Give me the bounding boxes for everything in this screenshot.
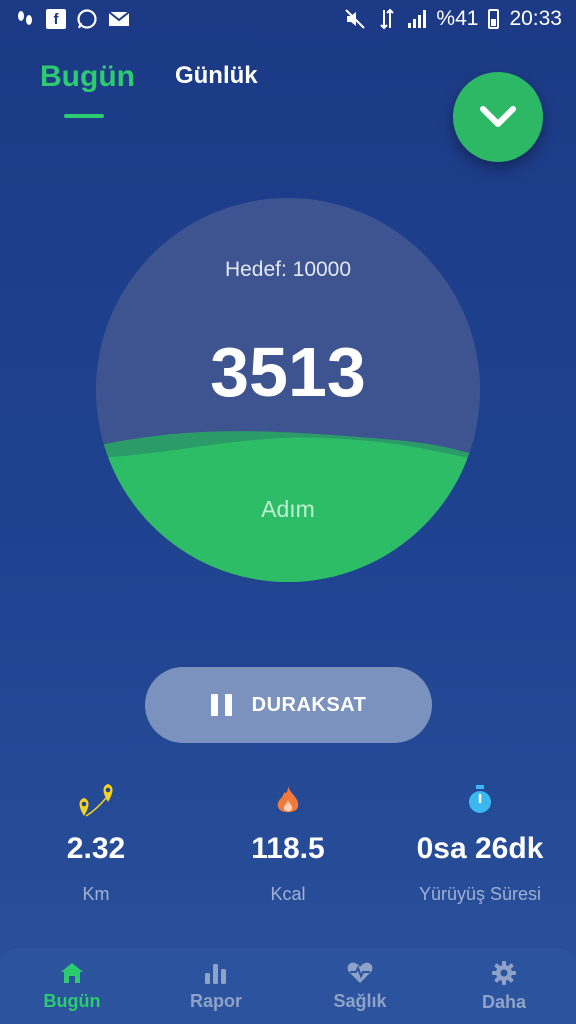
stat-calories: 118.5 Kcal (192, 780, 384, 905)
bar-chart-icon (205, 963, 226, 984)
distance-value: 2.32 (66, 832, 126, 865)
mail-icon (108, 8, 130, 30)
calories-label: Kcal (270, 884, 306, 904)
flame-icon (192, 780, 384, 820)
step-count: 3513 (210, 333, 366, 411)
stat-distance: 2.32 Km (0, 780, 192, 905)
goal-text: Hedef: 10000 (224, 258, 352, 281)
data-icon (376, 8, 398, 30)
chevron-down-icon (480, 106, 516, 127)
calories-value: 118.5 (251, 832, 325, 865)
pause-icon (210, 694, 232, 716)
status-right: %41 20:33 (344, 7, 562, 31)
clock: 20:33 (509, 7, 562, 30)
pause-button-label: DURAKSAT (251, 693, 367, 716)
footsteps-icon (14, 8, 36, 30)
expand-button[interactable] (453, 72, 543, 162)
pause-button[interactable]: DURAKSAT (145, 667, 432, 743)
nav-today-label: Bugün (43, 990, 101, 1011)
nav-report[interactable]: Rapor (144, 948, 288, 1024)
distance-label: Km (82, 884, 110, 904)
signal-icon (408, 10, 427, 28)
tab-daily[interactable]: Günlük (175, 62, 258, 94)
route-pin-icon (0, 780, 192, 820)
battery-icon (488, 9, 500, 29)
nav-health-label: Sağlık (333, 990, 387, 1011)
battery-percent: %41 (436, 7, 479, 30)
duration-value: 0sa 26dk (416, 832, 544, 865)
nav-more-label: Daha (481, 991, 526, 1012)
tab-today[interactable]: Bugün (40, 60, 135, 118)
nav-health[interactable]: Sağlık (288, 948, 432, 1024)
stopwatch-icon (384, 780, 576, 820)
top-tabs: Bugün Günlük (40, 60, 258, 118)
status-bar: f %41 20:33 (0, 0, 576, 38)
whatsapp-icon (76, 8, 98, 30)
bottom-nav: Bugün Rapor Sağlık Daha (0, 948, 576, 1024)
nav-report-label: Rapor (189, 990, 242, 1011)
mute-icon (344, 8, 366, 30)
heart-pulse-icon (347, 962, 373, 983)
nav-more[interactable]: Daha (432, 948, 576, 1024)
step-progress-circle: Hedef: 10000 3513 Adım (96, 198, 480, 582)
facebook-icon: f (46, 9, 66, 29)
nav-today[interactable]: Bugün (0, 948, 144, 1024)
duration-label: Yürüyüş Süresi (418, 884, 542, 904)
step-unit: Adım (261, 496, 315, 522)
status-left: f (14, 8, 130, 30)
home-icon (61, 962, 83, 983)
gear-icon (492, 960, 516, 985)
stat-duration: 0sa 26dk Yürüyüş Süresi (384, 780, 576, 905)
